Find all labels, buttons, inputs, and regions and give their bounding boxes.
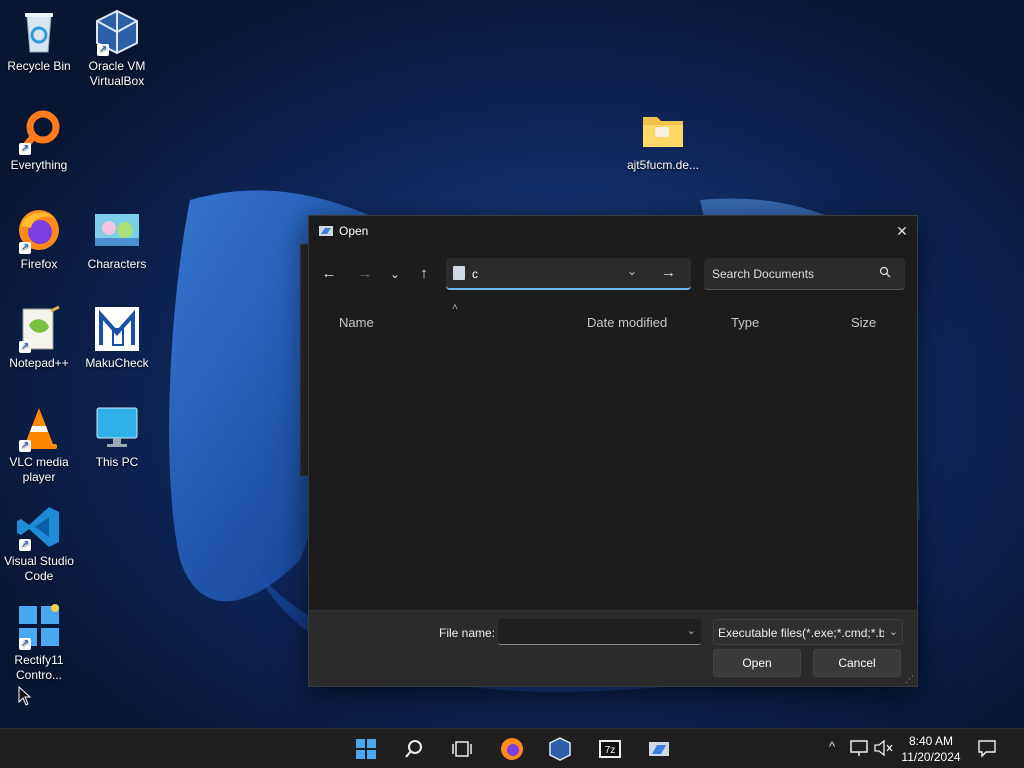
shortcut-arrow-icon: ↗ bbox=[19, 143, 31, 155]
dialog-app-icon bbox=[319, 226, 333, 236]
desktop-icon-label: Oracle VM VirtualBox bbox=[88, 59, 146, 88]
cancel-button[interactable]: Cancel bbox=[813, 649, 901, 677]
clock-time: 8:40 AM bbox=[908, 734, 954, 748]
volume-muted-icon[interactable] bbox=[872, 737, 894, 759]
open-dialog-app-icon[interactable] bbox=[645, 735, 673, 763]
desktop-icon-label: Firefox bbox=[20, 257, 58, 271]
forward-button[interactable]: → bbox=[351, 262, 379, 286]
desktop-icon-label: MakuCheck bbox=[85, 356, 149, 370]
shortcut-arrow-icon: ↗ bbox=[19, 638, 31, 650]
desktop-icon-rectify11[interactable]: ↗ Rectify11 Contro... bbox=[0, 602, 78, 683]
firefox-icon[interactable] bbox=[498, 735, 526, 763]
column-header-date-modified[interactable]: Date modified bbox=[587, 315, 667, 330]
desktop-icon-label: Recycle Bin bbox=[7, 59, 71, 73]
desktop-icon-characters[interactable]: Characters bbox=[78, 206, 156, 272]
search-icon bbox=[879, 266, 891, 278]
firefox-icon: ↗ bbox=[15, 206, 63, 254]
search-box[interactable]: Search Documents bbox=[704, 258, 905, 290]
network-icon[interactable] bbox=[848, 737, 870, 759]
makucheck-icon bbox=[93, 305, 141, 353]
rectify11-icon: ↗ bbox=[15, 602, 63, 650]
desktop-icon-this-pc[interactable]: This PC bbox=[78, 404, 156, 470]
desktop-icon-label: Notepad++ bbox=[9, 356, 69, 370]
this-pc-icon bbox=[93, 404, 141, 452]
desktop-icon-label: This PC bbox=[95, 455, 139, 469]
characters-icon bbox=[93, 206, 141, 254]
desktop-icon-label: Characters bbox=[87, 257, 147, 271]
chevron-down-icon[interactable]: ⌄ bbox=[889, 625, 898, 638]
close-button[interactable]: ✕ bbox=[887, 216, 917, 246]
shortcut-arrow-icon: ↗ bbox=[19, 539, 31, 551]
back-button[interactable]: ← bbox=[315, 262, 343, 286]
desktop-icon-label: ajt5fucm.de... bbox=[626, 158, 700, 172]
desktop-icon-folder[interactable]: ajt5fucm.de... bbox=[620, 107, 706, 173]
open-file-dialog: Open ✕ ← → ⌄ ↑ c ⌄ → Search Documents ˄ … bbox=[308, 215, 918, 687]
up-folder-button[interactable]: ↑ bbox=[410, 262, 438, 286]
file-type-select[interactable]: Executable files(*.exe;*.cmd;*.bat ⌄ bbox=[713, 619, 903, 645]
desktop-icon-vscode[interactable]: ↗ Visual Studio Code bbox=[0, 503, 78, 584]
file-type-value: Executable files(*.exe;*.cmd;*.bat bbox=[718, 626, 884, 640]
everything-search-icon: ↗ bbox=[15, 107, 63, 155]
desktop-icon-label: VLC media player bbox=[9, 455, 69, 484]
7zip-icon[interactable]: 7z bbox=[596, 735, 624, 763]
start-windows-icon[interactable] bbox=[352, 735, 380, 763]
mouse-cursor-icon bbox=[18, 686, 32, 706]
desktop-icon-makucheck[interactable]: MakuCheck bbox=[78, 305, 156, 371]
task-view-icon[interactable] bbox=[448, 735, 476, 763]
dialog-titlebar[interactable]: Open ✕ bbox=[309, 216, 917, 246]
dialog-footer: File name: ⌄ Executable files(*.exe;*.cm… bbox=[309, 610, 917, 686]
desktop-icon-virtualbox[interactable]: ↗ Oracle VM VirtualBox bbox=[78, 8, 156, 89]
virtualbox-icon: ↗ bbox=[93, 8, 141, 56]
desktop-icon-label: Visual Studio Code bbox=[4, 554, 74, 583]
file-name-combobox[interactable]: ⌄ bbox=[498, 619, 701, 645]
shortcut-arrow-icon: ↗ bbox=[97, 44, 109, 56]
open-button[interactable]: Open bbox=[713, 649, 801, 677]
notepad-plus-plus-icon: ↗ bbox=[15, 305, 63, 353]
recent-locations-button[interactable]: ⌄ bbox=[381, 262, 409, 286]
address-dropdown-icon[interactable]: ⌄ bbox=[627, 264, 637, 278]
vlc-icon: ↗ bbox=[15, 404, 63, 452]
column-header-size[interactable]: Size bbox=[851, 315, 876, 330]
address-input[interactable]: c bbox=[472, 267, 478, 281]
desktop-icon-firefox[interactable]: ↗ Firefox bbox=[0, 206, 78, 272]
search-input[interactable]: Search Documents bbox=[712, 267, 814, 281]
notifications-icon[interactable] bbox=[976, 737, 998, 759]
shortcut-arrow-icon: ↗ bbox=[19, 242, 31, 254]
folder-icon bbox=[639, 107, 687, 155]
desktop-icon-vlc[interactable]: ↗ VLC media player bbox=[0, 404, 78, 485]
system-clock[interactable]: 8:40 AM 11/20/2024 bbox=[896, 733, 966, 765]
recycle-bin-icon bbox=[15, 8, 63, 56]
file-name-label: File name: bbox=[439, 626, 496, 640]
desktop-icon-everything[interactable]: ↗ Everything bbox=[0, 107, 78, 173]
virtualbox-icon[interactable] bbox=[546, 735, 574, 763]
taskbar: 7z ^ 8:40 AM 11/20/2024 bbox=[0, 728, 1024, 768]
desktop-icon-label: Rectify11 Contro... bbox=[14, 653, 64, 682]
sort-indicator-icon: ˄ bbox=[452, 302, 458, 313]
go-arrow-button[interactable]: → bbox=[661, 264, 676, 281]
desktop-icon-label: Everything bbox=[10, 158, 68, 172]
shortcut-arrow-icon: ↗ bbox=[19, 440, 31, 452]
desktop-icon-notepad-plus-plus[interactable]: ↗ Notepad++ bbox=[0, 305, 78, 371]
search-icon[interactable] bbox=[400, 735, 428, 763]
show-hidden-icons-chevron[interactable]: ^ bbox=[829, 739, 835, 754]
column-header-name[interactable]: Name bbox=[339, 315, 374, 330]
dialog-title: Open bbox=[339, 224, 369, 238]
column-header-type[interactable]: Type bbox=[731, 315, 759, 330]
desktop-icon-recycle-bin[interactable]: Recycle Bin bbox=[0, 8, 78, 74]
resize-grip-icon[interactable]: ⋰ bbox=[905, 674, 915, 684]
address-bar[interactable]: c ⌄ → bbox=[446, 258, 691, 290]
clock-date: 11/20/2024 bbox=[901, 750, 961, 764]
document-icon bbox=[453, 266, 465, 280]
vscode-icon: ↗ bbox=[15, 503, 63, 551]
shortcut-arrow-icon: ↗ bbox=[19, 341, 31, 353]
svg-text:7z: 7z bbox=[605, 745, 616, 756]
chevron-down-icon[interactable]: ⌄ bbox=[687, 624, 696, 637]
